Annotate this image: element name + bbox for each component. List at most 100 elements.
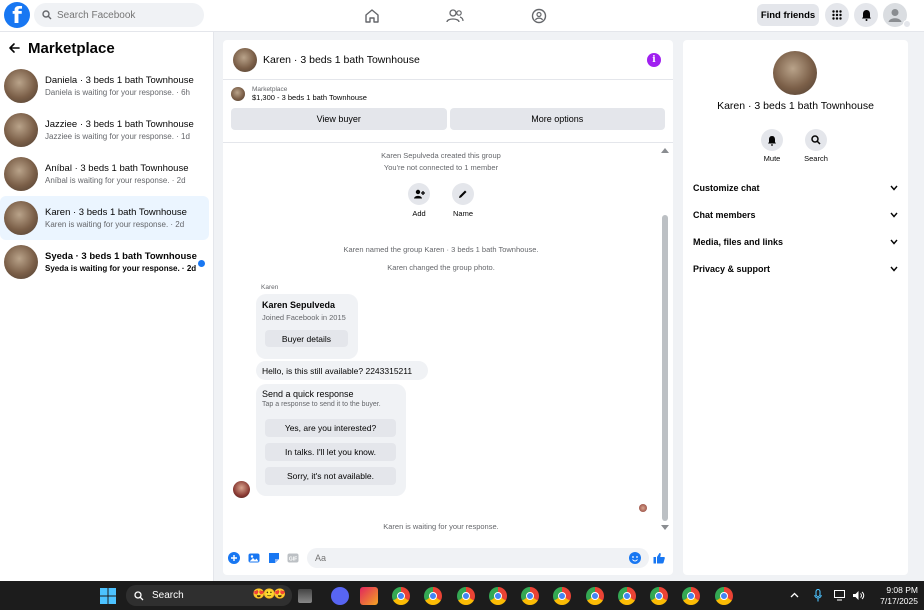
- quick-reply-not-available-button[interactable]: Sorry, it's not available.: [265, 467, 396, 485]
- system-note: You're not connected to 1 member: [383, 163, 499, 172]
- quick-response-title: Send a quick response: [262, 389, 354, 399]
- view-buyer-button[interactable]: View buyer: [231, 108, 447, 130]
- tray-chevron-up-icon[interactable]: [790, 592, 799, 598]
- photo-icon[interactable]: [248, 552, 260, 564]
- discord-icon[interactable]: [331, 587, 349, 605]
- groups-icon[interactable]: [528, 5, 550, 27]
- conversation-title: Karen · 3 beds 1 bath Townhouse: [45, 206, 187, 218]
- friends-icon[interactable]: [444, 5, 466, 27]
- search-conversation-button[interactable]: Search: [798, 129, 834, 163]
- message-thread[interactable]: Karen Sepulveda created this group You'r…: [223, 142, 673, 542]
- quick-reply-in-talks-button[interactable]: In talks. I'll let you know.: [265, 443, 396, 461]
- message-input[interactable]: [307, 548, 649, 568]
- chrome-icon[interactable]: [682, 587, 700, 605]
- network-icon[interactable]: [834, 590, 847, 601]
- chrome-icon[interactable]: [489, 587, 507, 605]
- windows-start-icon[interactable]: [100, 588, 116, 604]
- find-friends-button[interactable]: Find friends: [757, 4, 819, 26]
- group-photo[interactable]: [773, 51, 817, 95]
- section-label: Privacy & support: [693, 264, 771, 274]
- add-member-button[interactable]: Add: [402, 183, 436, 218]
- emoji-icon[interactable]: [629, 552, 641, 564]
- conversation-item-syeda[interactable]: Syeda · 3 beds 1 bath Townhouse Syeda is…: [0, 240, 213, 284]
- svg-text:GIF: GIF: [289, 557, 297, 563]
- scroll-down-icon[interactable]: [661, 525, 669, 531]
- microphone-icon[interactable]: [814, 589, 822, 602]
- chat-thumbnail[interactable]: [233, 47, 257, 72]
- listing-thumbnail: [4, 201, 38, 235]
- chrome-icon[interactable]: [586, 587, 604, 605]
- waiting-note: Karen is waiting for your response.: [383, 522, 499, 531]
- conversation-title: Syeda · 3 beds 1 bath Townhouse: [45, 250, 197, 262]
- search-box[interactable]: [34, 3, 204, 27]
- plus-circle-icon[interactable]: [228, 552, 240, 564]
- chrome-icon[interactable]: [521, 587, 539, 605]
- top-bar: f Find friends: [0, 0, 924, 32]
- search-input[interactable]: [57, 9, 187, 21]
- marketplace-sidebar: Marketplace Daniela · 3 beds 1 bath Town…: [0, 32, 214, 581]
- conversation-title: Daniela · 3 beds 1 bath Townhouse: [45, 74, 194, 86]
- buyer-details-button[interactable]: Buyer details: [265, 330, 348, 347]
- notifications-bell-icon[interactable]: [854, 3, 878, 27]
- sender-name: Karen: [261, 284, 279, 291]
- task-view-icon[interactable]: [298, 589, 312, 603]
- chat-details-panel: Karen · 3 beds 1 bath Townhouse Mute Sea…: [683, 40, 908, 575]
- chat-header: Karen · 3 beds 1 bath Townhouse i: [223, 40, 673, 80]
- conversation-status: Syeda is waiting for your response. · 2d: [45, 263, 197, 273]
- facebook-logo-icon[interactable]: f: [4, 2, 30, 28]
- customize-chat-row[interactable]: Customize chat: [693, 179, 898, 197]
- conversation-item-anibal[interactable]: Aníbal · 3 beds 1 bath Townhouse Aníbal …: [0, 152, 213, 196]
- chrome-icon[interactable]: [650, 587, 668, 605]
- chevron-down-icon: [890, 185, 898, 191]
- volume-icon[interactable]: [852, 590, 865, 601]
- info-icon[interactable]: i: [647, 53, 661, 67]
- clock-date: 7/17/2025: [880, 596, 918, 606]
- chrome-icon[interactable]: [457, 587, 475, 605]
- conversation-item-karen[interactable]: Karen · 3 beds 1 bath Townhouse Karen is…: [0, 196, 209, 240]
- conversation-status: Jazziee is waiting for your response. · …: [45, 131, 190, 141]
- mute-button[interactable]: Mute: [754, 129, 790, 163]
- section-label: Customize chat: [693, 183, 760, 193]
- listing-row[interactable]: Marketplace $1,300 - 3 beds 1 bath Townh…: [223, 80, 673, 108]
- pencil-icon: [452, 183, 474, 205]
- system-note: Karen named the group Karen · 3 beds 1 b…: [343, 245, 539, 254]
- home-icon[interactable]: [361, 5, 383, 27]
- app-icon[interactable]: [360, 587, 378, 605]
- name-group-button[interactable]: Name: [446, 183, 480, 218]
- chrome-icon[interactable]: [424, 587, 442, 605]
- chrome-icon[interactable]: [715, 587, 733, 605]
- menu-grid-icon[interactable]: [825, 3, 849, 27]
- gif-icon[interactable]: GIF: [287, 552, 299, 564]
- quick-reply-interested-button[interactable]: Yes, are you interested?: [265, 419, 396, 437]
- windows-taskbar: Search 😍🙂😍 9:08 PM 7/17/2025: [0, 581, 924, 610]
- more-options-button[interactable]: More options: [449, 108, 665, 130]
- chrome-icon[interactable]: [392, 587, 410, 605]
- listing-price: $1,300 - 3 beds 1 bath Townhouse: [252, 93, 367, 102]
- system-clock[interactable]: 9:08 PM 7/17/2025: [880, 585, 918, 607]
- thumbs-up-icon[interactable]: [653, 552, 665, 564]
- add-label: Add: [412, 209, 426, 218]
- section-label: Chat members: [693, 210, 756, 220]
- taskbar-search-label: Search: [152, 590, 184, 601]
- back-arrow-icon[interactable]: [8, 42, 20, 54]
- listing-thumbnail: [4, 245, 38, 279]
- message-text: Hello, is this still available? 22433152…: [262, 366, 413, 376]
- sidebar-header: Marketplace: [0, 32, 213, 64]
- taskbar-search[interactable]: Search 😍🙂😍: [126, 585, 292, 606]
- sticker-icon[interactable]: [268, 552, 280, 564]
- search-highlight-icon: 😍🙂😍: [252, 589, 286, 600]
- privacy-support-row[interactable]: Privacy & support: [693, 260, 898, 278]
- chrome-icon[interactable]: [553, 587, 571, 605]
- media-files-links-row[interactable]: Media, files and links: [693, 233, 898, 251]
- listing-thumbnail: [4, 69, 38, 103]
- chat-title[interactable]: Karen · 3 beds 1 bath Townhouse: [263, 54, 420, 66]
- quick-response-subtitle: Tap a response to send it to the buyer.: [262, 401, 381, 408]
- conversation-item-daniela[interactable]: Daniela · 3 beds 1 bath Townhouse Daniel…: [0, 64, 213, 108]
- chat-members-row[interactable]: Chat members: [693, 206, 898, 224]
- conversation-item-jazziee[interactable]: Jazziee · 3 beds 1 bath Townhouse Jazzie…: [0, 108, 213, 152]
- sender-avatar[interactable]: [233, 481, 250, 498]
- scroll-up-icon[interactable]: [661, 147, 669, 153]
- buyer-card: Karen Sepulveda Joined Facebook in 2015: [256, 294, 358, 359]
- chrome-icon[interactable]: [618, 587, 636, 605]
- scrollbar[interactable]: [662, 215, 668, 521]
